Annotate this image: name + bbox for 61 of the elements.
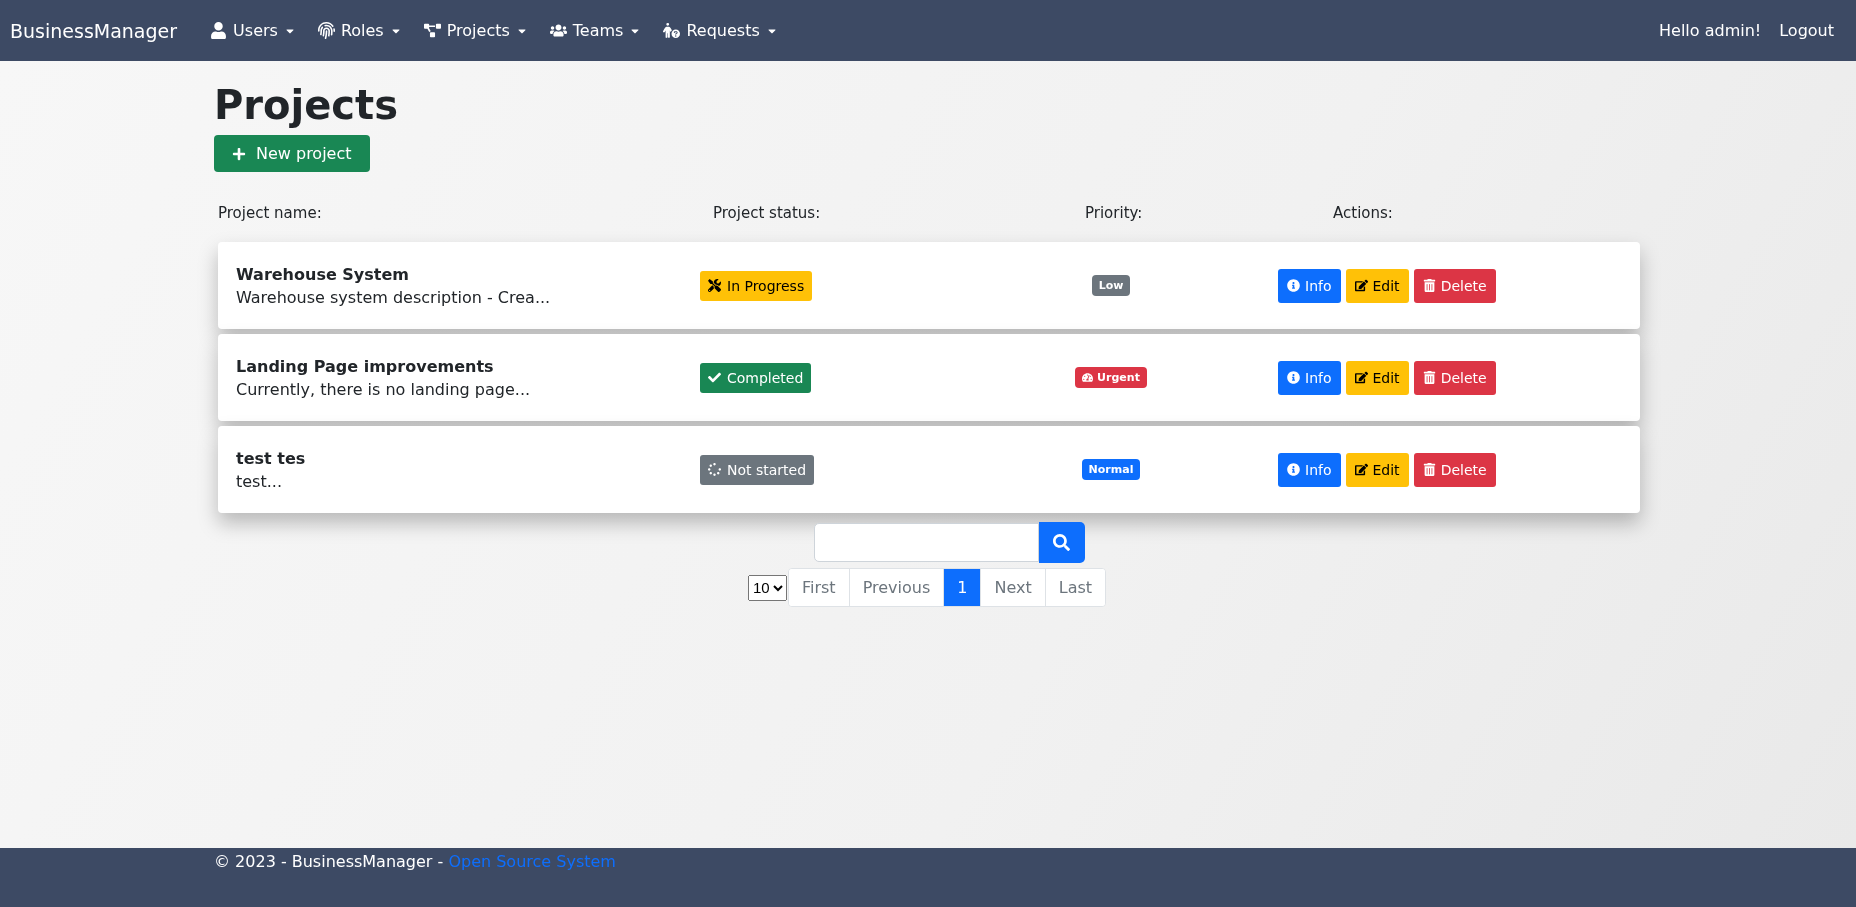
column-header: Project name: xyxy=(218,204,322,222)
nav-menu[interactable]: Users xyxy=(199,13,307,48)
project-name: Warehouse System xyxy=(236,264,410,284)
priority-badge: Low xyxy=(1091,275,1131,296)
project-description: Warehouse system description - Crea... xyxy=(236,287,552,307)
trash-icon xyxy=(1422,463,1436,476)
info-icon xyxy=(1287,463,1300,476)
plus-icon xyxy=(232,146,246,161)
gauge-icon xyxy=(1082,372,1094,383)
new-project-button[interactable]: New project xyxy=(214,135,370,172)
trash-icon xyxy=(1422,371,1436,384)
column-header: Priority: xyxy=(1085,204,1143,222)
edit-icon xyxy=(1354,463,1368,476)
delete-button[interactable]: Delete xyxy=(1413,360,1496,395)
status-badge: In Progress xyxy=(700,270,813,301)
nav-menu[interactable]: Roles xyxy=(306,13,413,48)
edit-icon xyxy=(1354,371,1368,384)
edit-icon xyxy=(1354,279,1368,292)
delete-button[interactable]: Delete xyxy=(1413,452,1496,487)
edit-button[interactable]: Edit xyxy=(1345,268,1409,303)
brand-link[interactable]: BusinessManager xyxy=(10,19,178,42)
priority-badge: Normal xyxy=(1081,459,1141,480)
column-header: Actions: xyxy=(1333,204,1393,222)
project-description: test... xyxy=(236,471,283,491)
info-button[interactable]: Info xyxy=(1278,360,1341,395)
priority-badge: Urgent xyxy=(1075,367,1147,388)
page-title: Projects xyxy=(214,83,399,127)
status-badge: Not started xyxy=(700,454,815,485)
copyright-text: © 2023 - BusinessManager - Open Source System xyxy=(214,852,616,871)
menu-icon xyxy=(549,22,567,39)
menu-icon xyxy=(663,22,681,39)
info-icon xyxy=(1287,279,1300,292)
check-icon xyxy=(708,371,721,384)
search-field[interactable] xyxy=(813,523,1039,562)
menu-icon xyxy=(423,22,441,39)
spinner-icon xyxy=(708,463,721,476)
edit-button[interactable]: Edit xyxy=(1345,360,1409,395)
project-description: Currently, there is no landing page... xyxy=(236,379,532,399)
delete-button[interactable]: Delete xyxy=(1413,268,1496,303)
info-icon xyxy=(1287,371,1300,384)
logout-link[interactable]: Logout xyxy=(1779,21,1834,40)
search-button[interactable] xyxy=(1038,522,1085,563)
project-name: test tes xyxy=(236,448,307,468)
menu-icon xyxy=(210,22,228,39)
project-name: Landing Page improvements xyxy=(236,356,495,376)
edit-button[interactable]: Edit xyxy=(1345,452,1409,487)
menu-icon xyxy=(317,22,335,39)
nav-menu[interactable]: Requests xyxy=(652,13,789,48)
trash-icon xyxy=(1422,279,1436,292)
page-link[interactable]: Last xyxy=(1044,569,1106,606)
column-header: Project status: xyxy=(713,204,821,222)
search-icon xyxy=(1053,534,1070,551)
tools-icon xyxy=(708,279,721,292)
info-button[interactable]: Info xyxy=(1278,268,1341,303)
greeting-text: Hello admin! xyxy=(1659,21,1762,40)
status-badge: Completed xyxy=(700,362,812,393)
nav-menu[interactable]: Projects xyxy=(412,13,539,48)
nav-menu[interactable]: Teams xyxy=(538,13,653,48)
info-button[interactable]: Info xyxy=(1278,452,1341,487)
page-link[interactable]: 1 xyxy=(943,569,981,606)
page-size-select[interactable]: 10 xyxy=(747,574,787,601)
